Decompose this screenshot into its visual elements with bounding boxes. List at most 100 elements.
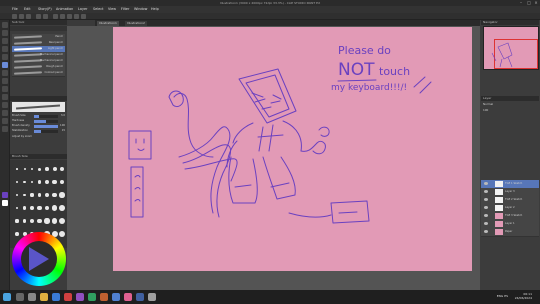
brush-size-preset[interactable] <box>22 206 27 210</box>
brush-size-preset[interactable] <box>23 193 26 197</box>
blend-mode-select[interactable]: Normal <box>481 102 539 107</box>
color-triangle[interactable] <box>29 247 49 271</box>
brush-size-preset[interactable] <box>30 206 34 210</box>
transform-icon[interactable] <box>60 14 65 19</box>
brush-size-preset[interactable] <box>23 180 26 184</box>
menu-help[interactable]: Help <box>151 7 159 11</box>
brush-size-preset[interactable] <box>44 192 50 198</box>
brush-item[interactable]: Colored pencil <box>12 70 65 77</box>
ruler-tool-icon[interactable] <box>2 126 8 132</box>
selection-tool-icon[interactable] <box>2 46 8 52</box>
brush-size-preset[interactable] <box>16 168 18 170</box>
brush-size-preset[interactable] <box>37 218 42 224</box>
menu-story[interactable]: Story(P) <box>38 7 52 11</box>
brush-size-preset[interactable] <box>59 205 65 211</box>
brush-size-preset[interactable] <box>37 180 42 184</box>
undo-icon[interactable] <box>36 14 41 19</box>
app-icon[interactable] <box>124 293 132 301</box>
pencil-tool-icon[interactable] <box>2 62 8 68</box>
app-icon[interactable] <box>136 293 144 301</box>
hardness-slider[interactable]: Hardness <box>12 119 65 123</box>
app-icon[interactable] <box>148 293 156 301</box>
brush-size-preset[interactable] <box>30 193 34 197</box>
brush-size-preset[interactable] <box>45 180 49 184</box>
menu-file[interactable]: File <box>12 7 18 11</box>
brush-size-preset[interactable] <box>51 205 58 211</box>
brush-size-preset[interactable] <box>15 206 19 210</box>
crop-icon[interactable] <box>81 14 86 19</box>
save-icon[interactable] <box>26 14 31 19</box>
menu-edit[interactable]: Edit <box>24 7 31 11</box>
brush-size-preset[interactable] <box>45 167 49 171</box>
brush-size-preset[interactable] <box>52 167 57 171</box>
clear-icon[interactable] <box>53 14 58 19</box>
brush-size-preset[interactable] <box>51 218 58 224</box>
redo-icon[interactable] <box>43 14 48 19</box>
drawing-canvas[interactable]: Please do NOT touch my keyboard!!!/! <box>113 27 472 271</box>
brush-size-preset[interactable] <box>44 218 50 224</box>
blend-tool-icon[interactable] <box>2 86 8 92</box>
color-wheel[interactable] <box>12 232 66 286</box>
app-icon[interactable] <box>76 293 84 301</box>
deselect-icon[interactable] <box>67 14 72 19</box>
figure-tool-icon[interactable] <box>2 110 8 116</box>
brush-size-preset[interactable] <box>15 232 19 236</box>
main-color-swatch[interactable] <box>2 192 8 198</box>
invert-icon[interactable] <box>74 14 79 19</box>
brush-size-preset[interactable] <box>52 192 57 198</box>
menu-window[interactable]: Window <box>134 7 147 11</box>
brush-density-slider[interactable]: Brush density 100 <box>12 124 65 128</box>
zoom-tool-icon[interactable] <box>2 22 8 28</box>
brush-tool-icon[interactable] <box>2 70 8 76</box>
clock[interactable]: 06:11 24/06/2024 <box>515 292 532 300</box>
brush-size-preset[interactable] <box>37 193 42 197</box>
text-tool-icon[interactable] <box>2 118 8 124</box>
menu-select[interactable]: Select <box>93 7 103 11</box>
brush-size-preset[interactable] <box>59 166 65 172</box>
brush-size-preset[interactable] <box>38 167 41 171</box>
menu-layer[interactable]: Layer <box>78 7 87 11</box>
menu-view[interactable]: View <box>108 7 116 11</box>
app-icon[interactable] <box>112 293 120 301</box>
adjust-by-zoom-checkbox[interactable]: Adjust by zoom <box>12 135 65 139</box>
fill-tool-icon[interactable] <box>2 94 8 100</box>
brush-size-preset[interactable] <box>29 218 35 224</box>
move-tool-icon[interactable] <box>2 30 8 36</box>
browser-icon[interactable] <box>52 293 60 301</box>
brush-size-preset[interactable] <box>52 179 57 185</box>
language-indicator[interactable]: ENG ES <box>497 294 508 298</box>
brush-size-preset[interactable] <box>15 193 19 197</box>
brush-size-preset[interactable] <box>59 231 65 237</box>
brush-size-preset[interactable] <box>16 181 18 183</box>
app-icon[interactable] <box>100 293 108 301</box>
eraser-tool-icon[interactable] <box>2 78 8 84</box>
app-icon[interactable] <box>64 293 72 301</box>
menu-filter[interactable]: Filter <box>121 7 129 11</box>
task-view-icon[interactable] <box>28 293 36 301</box>
brush-size-slider[interactable]: Brush Size 3.0 <box>12 114 65 118</box>
start-icon[interactable] <box>3 293 11 301</box>
layer-row[interactable]: Paper <box>481 228 539 237</box>
brush-size-preset[interactable] <box>22 219 27 223</box>
brush-size-preset[interactable] <box>59 218 65 224</box>
brush-size-preset[interactable] <box>59 179 65 185</box>
stabilization-slider[interactable]: Stabilization 15 <box>12 129 65 133</box>
new-file-icon[interactable] <box>12 14 17 19</box>
brush-size-preset[interactable] <box>30 180 34 184</box>
open-file-icon[interactable] <box>19 14 24 19</box>
brush-size-preset[interactable] <box>37 205 42 211</box>
app-icon[interactable] <box>88 293 96 301</box>
search-icon[interactable] <box>16 293 24 301</box>
brush-size-preset[interactable] <box>30 167 34 171</box>
brush-size-preset[interactable] <box>44 205 50 211</box>
brush-size-preset[interactable] <box>59 192 65 198</box>
opacity-value[interactable]: 100 <box>481 108 539 113</box>
sub-color-swatch[interactable] <box>2 200 8 206</box>
operation-tool-icon[interactable] <box>2 38 8 44</box>
brush-size-preset[interactable] <box>23 168 26 170</box>
gradient-tool-icon[interactable] <box>2 102 8 108</box>
brush-size-preset[interactable] <box>15 219 19 223</box>
navigator-preview[interactable] <box>483 26 539 70</box>
menu-animation[interactable]: Animation <box>56 7 73 11</box>
file-explorer-icon[interactable] <box>40 293 48 301</box>
